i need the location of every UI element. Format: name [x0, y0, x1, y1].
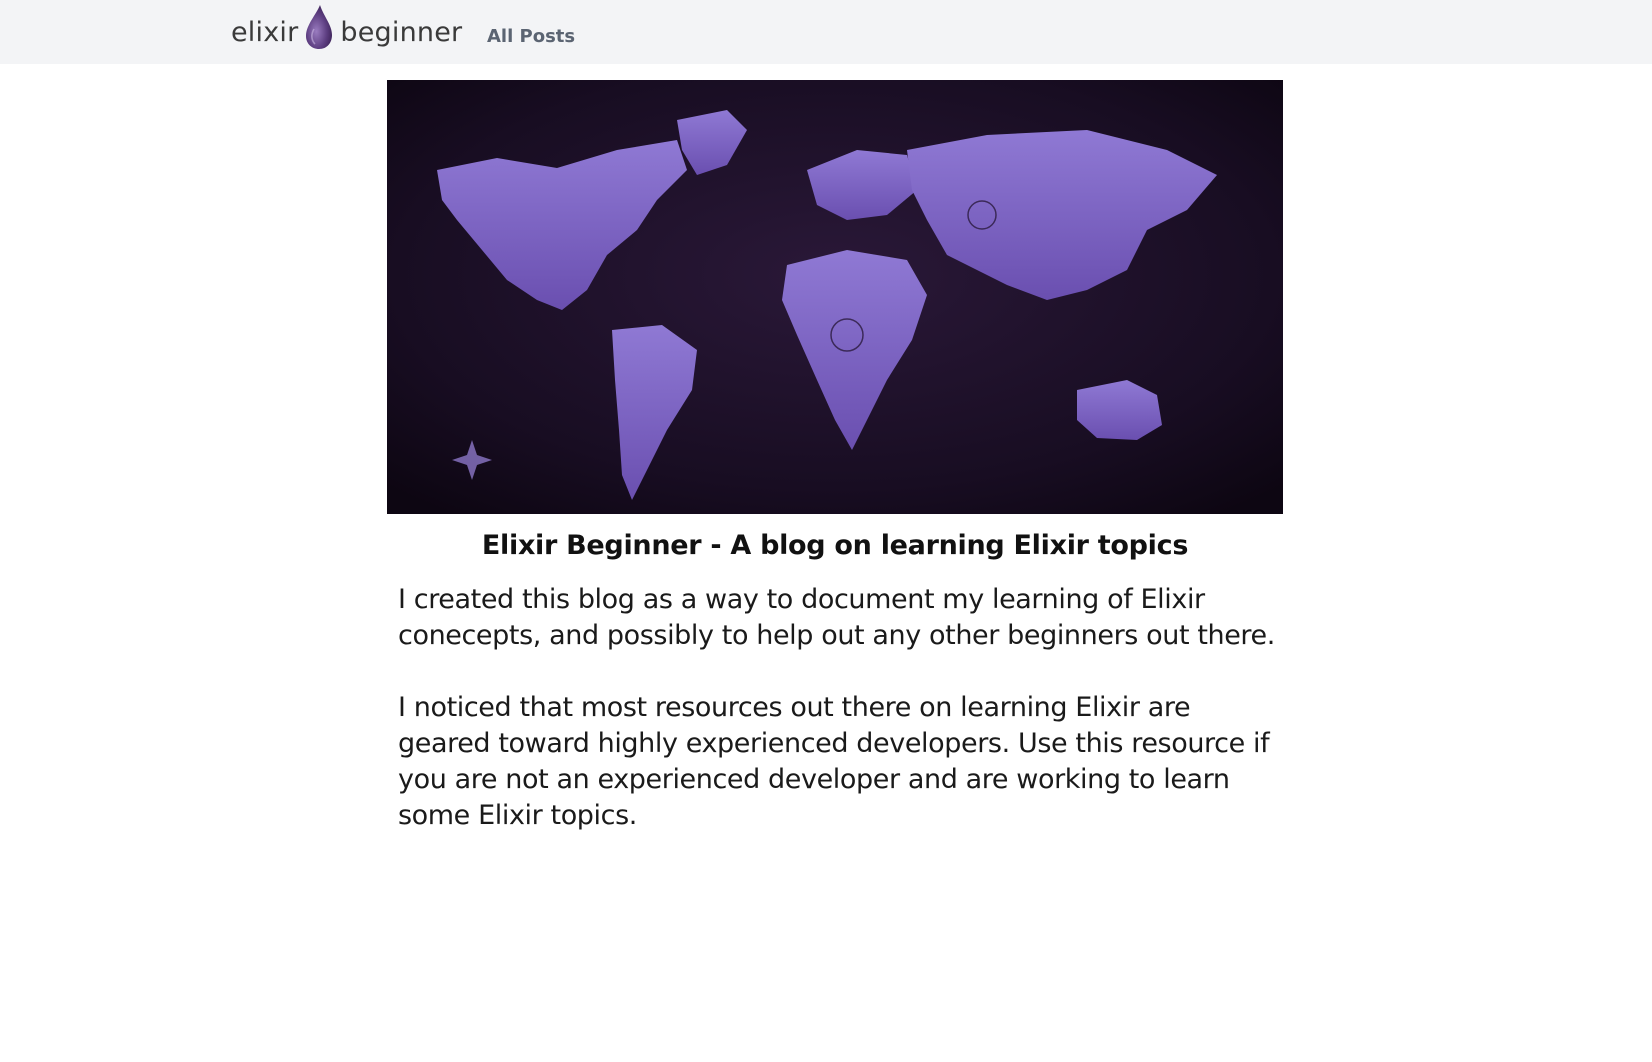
- elixir-drop-icon: [306, 5, 333, 49]
- post-paragraph-1: I created this blog as a way to document…: [398, 584, 1275, 651]
- post-paragraph-2: I noticed that most resources out there …: [398, 692, 1270, 831]
- page-title: Elixir Beginner - A blog on learning Eli…: [481, 530, 1189, 561]
- brand-word-elixir: elixir: [231, 16, 299, 48]
- top-navbar: elixir beginner All Posts: [0, 0, 1652, 64]
- brand-logo-link[interactable]: elixir beginner: [231, 4, 462, 60]
- brand-word-beginner: beginner: [340, 16, 463, 48]
- nav-link-all-posts[interactable]: All Posts: [487, 26, 575, 47]
- hero-world-map-image: [387, 80, 1283, 514]
- post-body: I created this blog as a way to document…: [398, 582, 1278, 870]
